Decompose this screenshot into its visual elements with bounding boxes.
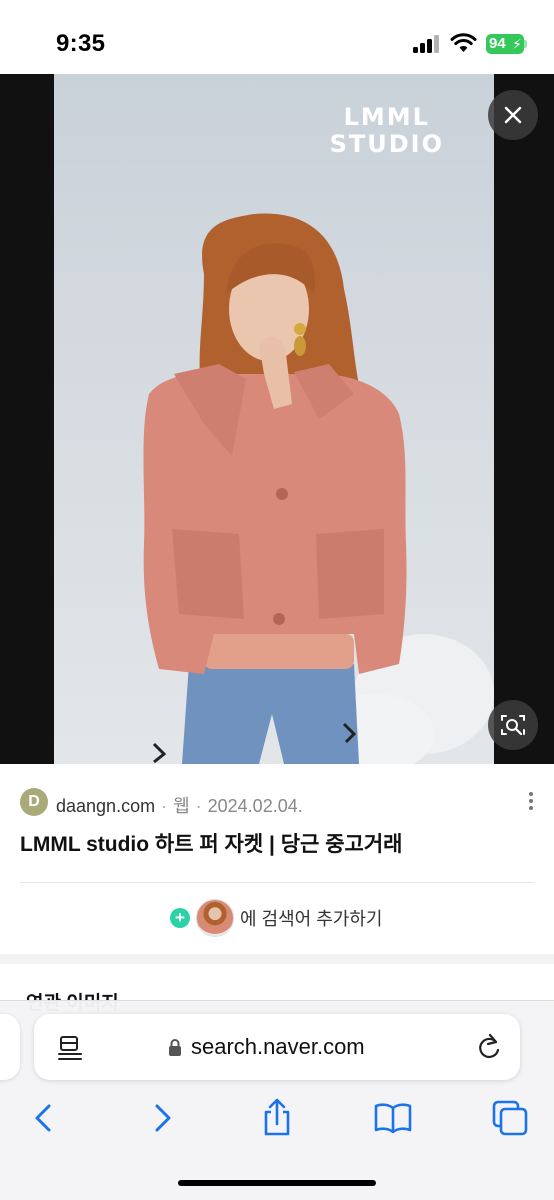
status-time: 9:35	[56, 30, 106, 57]
battery-level: 94	[489, 35, 506, 52]
forward-icon[interactable]	[142, 1098, 182, 1138]
back-icon[interactable]	[24, 1098, 64, 1138]
lock-icon	[169, 1039, 181, 1056]
query-image-thumbnail	[196, 899, 234, 937]
brand-logo: LMML STUDIO	[330, 104, 444, 158]
battery-cap	[524, 40, 527, 48]
add-query-label: 에 검색어 추가하기	[240, 909, 383, 929]
result-title-link[interactable]: LMML studio 하트 퍼 자켓 | 당근 중고거래	[20, 828, 403, 858]
reader-icon[interactable]	[58, 1035, 82, 1061]
battery-indicator: 94 ⚡	[486, 34, 524, 54]
bookmarks-icon[interactable]	[373, 1098, 413, 1138]
cellular-signal-icon	[413, 35, 441, 53]
result-type: 웹	[173, 796, 190, 816]
divider	[20, 882, 534, 883]
close-icon	[504, 106, 522, 124]
model-illustration	[143, 213, 494, 764]
plus-icon: +	[170, 908, 190, 928]
address-bar[interactable]: search.naver.com	[34, 1014, 520, 1080]
image-viewer: LMML STUDIO	[0, 74, 554, 764]
brand-logo-line2: STUDIO	[329, 130, 444, 158]
charging-bolt-icon: ⚡	[512, 36, 522, 52]
product-photo[interactable]: LMML STUDIO	[54, 74, 494, 764]
search-result-card: D daangn.com · 웹 · 2024.02.04. LMML studio 하…	[0, 764, 554, 954]
previous-tab-preview[interactable]	[0, 1014, 20, 1080]
result-date: 2024.02.04.	[207, 796, 303, 816]
image-search-button[interactable]	[488, 700, 538, 750]
brand-logo-line1: LMML	[343, 103, 430, 131]
image-search-icon	[501, 715, 525, 736]
share-icon[interactable]	[257, 1098, 297, 1138]
wifi-icon	[450, 33, 477, 52]
site-favicon: D	[20, 788, 48, 816]
section-separator	[0, 954, 554, 964]
more-options-icon[interactable]	[524, 790, 538, 814]
site-meta: daangn.com · 웹 · 2024.02.04.	[56, 796, 303, 816]
site-domain-link[interactable]: daangn.com	[56, 796, 155, 816]
tabs-icon[interactable]	[490, 1098, 530, 1138]
add-to-search-button[interactable]: + 에 검색어 추가하기	[170, 898, 382, 938]
status-bar: 9:35 94 ⚡	[0, 0, 554, 74]
home-indicator	[178, 1180, 376, 1186]
url-text[interactable]: search.naver.com	[191, 1034, 365, 1060]
reload-icon[interactable]	[476, 1033, 502, 1061]
close-button[interactable]	[488, 90, 538, 140]
